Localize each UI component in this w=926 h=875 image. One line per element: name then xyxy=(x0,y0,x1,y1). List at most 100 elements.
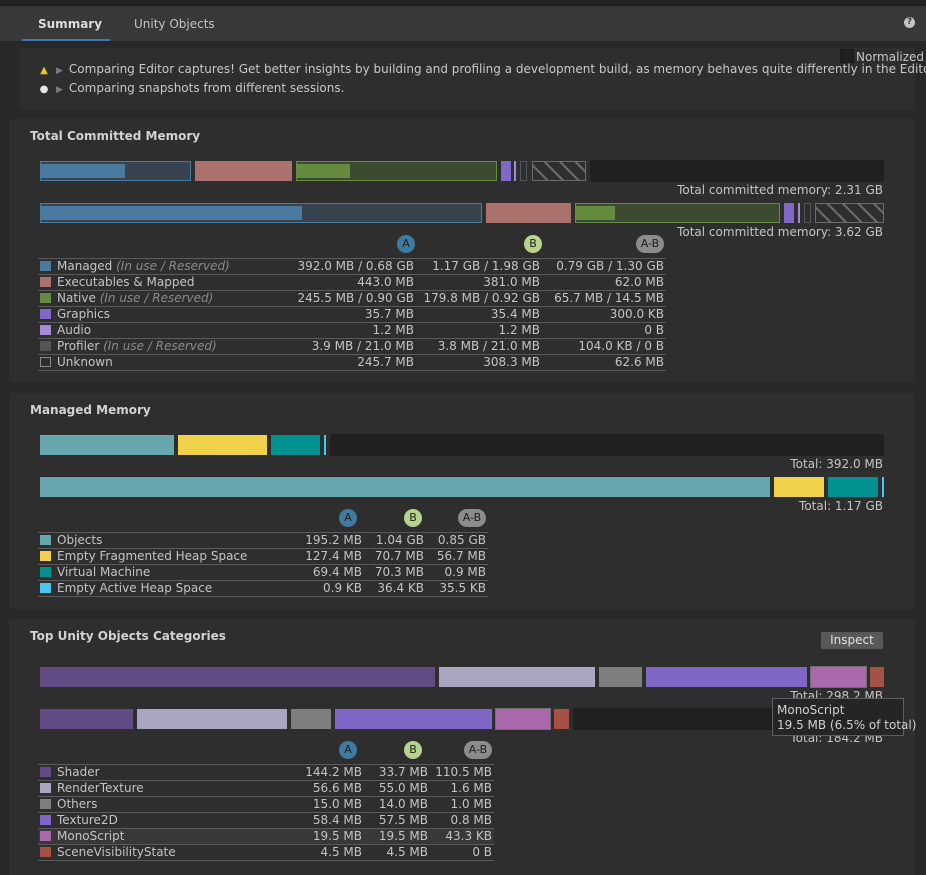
table-row[interactable]: Others 15.0 MB 14.0 MB 1.0 MB xyxy=(38,796,494,813)
table-row[interactable]: Native (In use / Reserved) 245.5 MB / 0.9… xyxy=(38,290,666,307)
color-swatch-icon xyxy=(40,799,51,809)
bar-a-others[interactable] xyxy=(599,667,642,687)
message-sessions[interactable]: ● ▶ Comparing snapshots from different ses… xyxy=(38,81,345,95)
value-diff: 0.85 GB xyxy=(426,532,488,549)
row-label: Native xyxy=(57,291,96,305)
row-label-cell: Empty Active Heap Space xyxy=(38,580,298,597)
value-a: 1.2 MB xyxy=(288,322,416,339)
expand-arrow-icon[interactable]: ▶ xyxy=(56,66,63,76)
bar-b-unknown[interactable] xyxy=(815,203,884,223)
bar-b-native[interactable] xyxy=(575,203,780,223)
total-b-label: Total: 1.17 GB xyxy=(799,499,883,513)
bar-a-virtual-machine[interactable] xyxy=(271,435,320,455)
bar-b-empty-active[interactable] xyxy=(882,477,884,497)
table-row[interactable]: MonoScript 19.5 MB 19.5 MB 43.3 KB xyxy=(38,828,494,845)
color-swatch-icon xyxy=(40,277,51,287)
row-label: Profiler xyxy=(57,339,100,353)
bar-b-executables[interactable] xyxy=(486,203,571,223)
value-b: 4.5 MB xyxy=(364,844,430,861)
info-icon: ● xyxy=(39,84,49,95)
value-b: 36.4 KB xyxy=(364,580,426,597)
bar-a-managed[interactable] xyxy=(40,161,191,181)
bar-b-scenevisibility[interactable] xyxy=(554,709,569,729)
row-label: RenderTexture xyxy=(57,781,144,795)
row-label-cell: Graphics xyxy=(38,306,288,323)
bar-b-empty-fragmented[interactable] xyxy=(774,477,824,497)
row-label: Texture2D xyxy=(57,813,118,827)
row-label: Audio xyxy=(57,323,92,337)
row-label-cell: RenderTexture xyxy=(38,780,298,797)
value-a: 443.0 MB xyxy=(288,274,416,291)
tooltip-detail: 19.5 MB (6.5% of total) xyxy=(777,718,917,732)
bar-b-profiler[interactable] xyxy=(804,203,811,223)
row-label-cell: Objects xyxy=(38,532,298,549)
bar-a-rendertexture[interactable] xyxy=(439,667,595,687)
value-b: 55.0 MB xyxy=(364,780,430,797)
color-swatch-icon xyxy=(40,783,51,793)
bar-b-graphics[interactable] xyxy=(784,203,794,223)
bar-a-objects[interactable] xyxy=(40,435,174,455)
section-title: Managed Memory xyxy=(30,403,151,417)
tab-unity-objects[interactable]: Unity Objects xyxy=(134,17,215,31)
bar-a-audio[interactable] xyxy=(514,161,516,181)
total-b-label: Total: 184.2 MB xyxy=(790,735,883,745)
table-row[interactable]: Executables & Mapped 443.0 MB 381.0 MB 62.0… xyxy=(38,274,666,291)
table-row[interactable]: Unknown 245.7 MB 308.3 MB 62.6 MB xyxy=(38,354,666,371)
value-b: 1.2 MB xyxy=(416,322,542,339)
table-row[interactable]: Profiler (In use / Reserved) 3.9 MB / 21.… xyxy=(38,338,666,355)
value-a: 245.5 MB / 0.90 GB xyxy=(288,290,416,307)
message-editor-capture[interactable]: ▲ ▶ Comparing Editor captures! Get better … xyxy=(38,62,926,76)
table-row[interactable]: Empty Fragmented Heap Space 127.4 MB 70.7 … xyxy=(38,548,488,565)
bar-b-others[interactable] xyxy=(291,709,331,729)
bar-a-native[interactable] xyxy=(296,161,497,181)
value-diff: 0 B xyxy=(430,844,494,861)
color-swatch-icon xyxy=(40,583,51,593)
value-a: 58.4 MB xyxy=(298,812,364,829)
bar-a-unknown[interactable] xyxy=(532,161,586,181)
bar-a-graphics[interactable] xyxy=(501,161,511,181)
bar-b-texture2d[interactable] xyxy=(335,709,492,729)
value-a: 245.7 MB xyxy=(288,354,416,371)
bar-a-empty-active[interactable] xyxy=(324,435,326,455)
expand-arrow-icon[interactable]: ▶ xyxy=(56,85,63,95)
help-icon[interactable]: ? xyxy=(904,17,915,28)
value-a: 144.2 MB xyxy=(298,764,364,781)
table-row[interactable]: Graphics 35.7 MB 35.4 MB 300.0 KB xyxy=(38,306,666,323)
inspect-button[interactable]: Inspect xyxy=(820,631,884,650)
table-row[interactable]: Managed (In use / Reserved) 392.0 MB / 0.… xyxy=(38,258,666,275)
bar-b-objects[interactable] xyxy=(40,477,770,497)
bar-b-monoscript[interactable] xyxy=(495,708,551,730)
table-row[interactable]: Audio 1.2 MB 1.2 MB 0 B xyxy=(38,322,666,339)
bar-b-audio[interactable] xyxy=(798,203,800,223)
tab-summary[interactable]: Summary xyxy=(38,17,102,31)
table-row[interactable]: Shader 144.2 MB 33.7 MB 110.5 MB xyxy=(38,764,494,781)
value-diff: 65.7 MB / 14.5 MB xyxy=(542,290,666,307)
bar-b-virtual-machine[interactable] xyxy=(828,477,878,497)
bar-b-rendertexture[interactable] xyxy=(137,709,287,729)
row-label-cell: Profiler (In use / Reserved) xyxy=(38,338,288,355)
table-row[interactable]: Empty Active Heap Space 0.9 KB 36.4 KB 35.5… xyxy=(38,580,488,597)
bar-a-profiler[interactable] xyxy=(520,161,527,181)
bar-b-managed[interactable] xyxy=(40,203,482,223)
normalized-checkbox[interactable] xyxy=(840,49,854,63)
bar-a-texture2d[interactable] xyxy=(646,667,807,687)
value-b: 381.0 MB xyxy=(416,274,542,291)
value-b: 70.3 MB xyxy=(364,564,426,581)
bar-a-native-inuse xyxy=(297,164,350,178)
normalized-toggle[interactable]: Normalized xyxy=(840,49,924,64)
table-row[interactable]: RenderTexture 56.6 MB 55.0 MB 1.6 MB xyxy=(38,780,494,797)
bar-a-monoscript[interactable] xyxy=(810,666,867,688)
table-row[interactable]: SceneVisibilityState 4.5 MB 4.5 MB 0 B xyxy=(38,844,494,861)
bar-a-scenevisibility[interactable] xyxy=(870,667,884,687)
bar-b-shader[interactable] xyxy=(40,709,133,729)
color-swatch-icon xyxy=(40,325,51,335)
table-row[interactable]: Texture2D 58.4 MB 57.5 MB 0.8 MB xyxy=(38,812,494,829)
bar-a-executables[interactable] xyxy=(195,161,292,181)
bar-a-empty-fragmented[interactable] xyxy=(178,435,267,455)
badge-a-minus-b: A-B xyxy=(636,235,664,253)
value-diff: 0.79 GB / 1.30 GB xyxy=(542,258,666,275)
bar-a-shader[interactable] xyxy=(40,667,435,687)
row-label-cell: Texture2D xyxy=(38,812,298,829)
table-row[interactable]: Objects 195.2 MB 1.04 GB 0.85 GB xyxy=(38,532,488,549)
table-row[interactable]: Virtual Machine 69.4 MB 70.3 MB 0.9 MB xyxy=(38,564,488,581)
